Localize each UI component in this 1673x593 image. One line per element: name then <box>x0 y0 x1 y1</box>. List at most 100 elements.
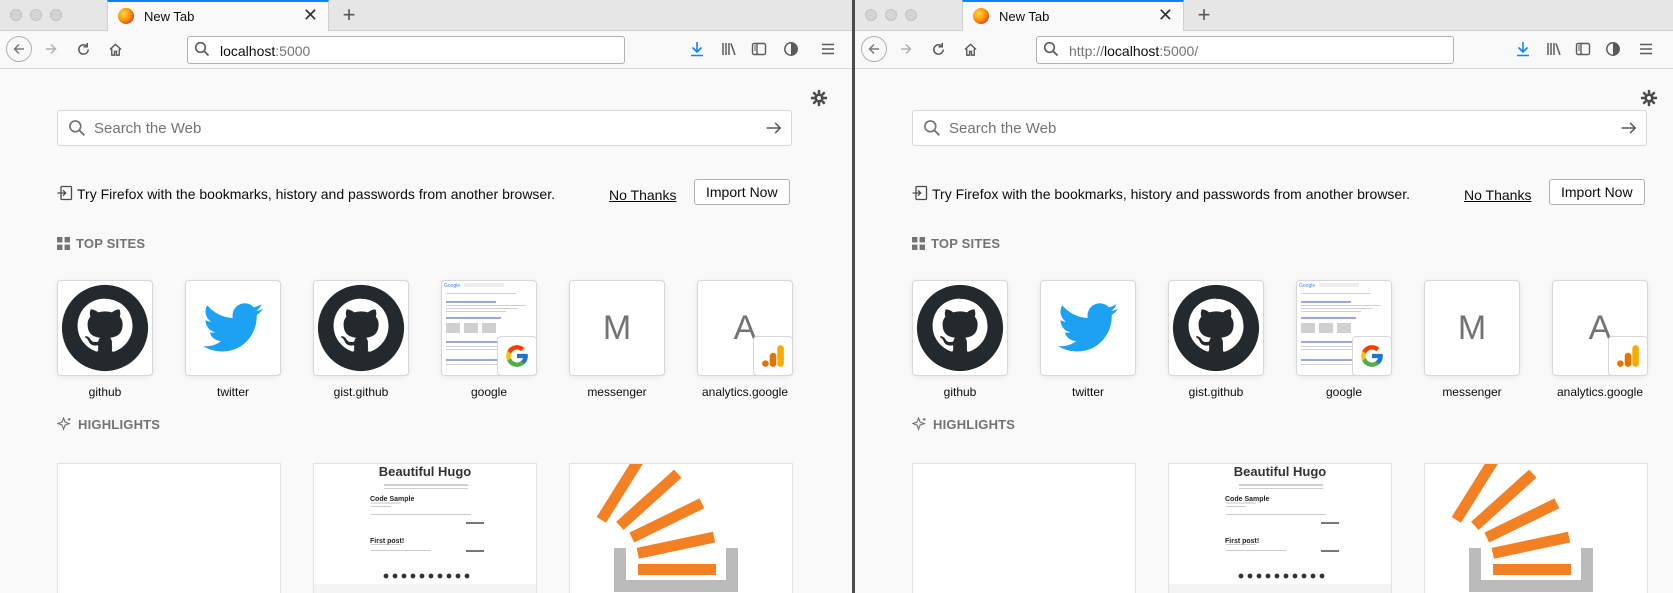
search-submit-arrow-icon[interactable] <box>1620 119 1638 137</box>
zoom-window-button[interactable] <box>50 9 62 21</box>
back-button[interactable] <box>861 36 887 62</box>
close-window-button[interactable] <box>865 9 877 21</box>
customize-button[interactable] <box>1640 89 1658 112</box>
no-thanks-link[interactable]: No Thanks <box>609 187 676 203</box>
top-site-tile[interactable] <box>185 280 281 376</box>
close-icon[interactable]: ✕ <box>303 5 318 26</box>
sidebar-button[interactable] <box>1570 36 1596 62</box>
svg-text:Google: Google <box>1299 283 1315 289</box>
url-rest: :5000 <box>275 43 311 59</box>
top-site-tile[interactable] <box>313 280 409 376</box>
highlight-card-stackoverflow[interactable] <box>1424 463 1648 593</box>
top-site-gist-github[interactable]: gist.github <box>1168 280 1264 399</box>
highlights-heading-label: HIGHLIGHTS <box>78 417 161 432</box>
minimize-window-button[interactable] <box>885 9 897 21</box>
analytics-favicon-badge <box>1608 336 1647 375</box>
highlight-card-hugo[interactable]: Beautiful Hugo Code Sample First post! <box>1168 463 1392 593</box>
sidebar-button[interactable] <box>746 36 772 62</box>
firefox-account-button[interactable] <box>1600 36 1626 62</box>
import-now-button[interactable]: Import Now <box>1549 179 1645 205</box>
search-submit-arrow-icon[interactable] <box>765 119 783 137</box>
url-text: http://localhost:5000/ <box>1069 43 1198 59</box>
zoom-window-button[interactable] <box>905 9 917 21</box>
forward-arrow-icon <box>901 43 912 55</box>
home-button[interactable] <box>957 36 983 62</box>
top-site-analytics-google[interactable]: Aanalytics.google <box>1552 280 1648 399</box>
web-search-box[interactable]: Search the Web <box>912 110 1647 146</box>
top-site-tile[interactable]: M <box>1424 280 1520 376</box>
top-site-label: google <box>1325 385 1363 399</box>
hamburger-menu-icon <box>1640 43 1652 55</box>
reload-button[interactable] <box>925 36 951 62</box>
top-site-letter: M <box>602 308 632 347</box>
downloads-button[interactable] <box>1510 36 1536 62</box>
browser-window-right: New Tab ✕ + http://localhost:5000/ Searc… <box>855 0 1673 593</box>
import-notice-text: Try Firefox with the bookmarks, history … <box>932 186 1410 202</box>
tab-new-tab[interactable]: New Tab ✕ <box>962 0 1184 31</box>
minimize-window-button[interactable] <box>30 9 42 21</box>
account-icon <box>784 42 798 56</box>
top-site-label: analytics.google <box>1556 385 1644 399</box>
import-now-button[interactable]: Import Now <box>694 179 790 205</box>
customize-button[interactable] <box>810 89 828 112</box>
google-favicon-badge <box>497 336 536 375</box>
firefox-account-button[interactable] <box>778 36 804 62</box>
highlights-sparkle-icon <box>912 417 926 431</box>
menu-button[interactable] <box>1633 36 1659 62</box>
search-icon <box>69 120 85 136</box>
highlight-card-stackoverflow[interactable] <box>569 463 793 593</box>
import-notice-text: Try Firefox with the bookmarks, history … <box>77 186 555 202</box>
top-site-github[interactable]: github <box>57 280 153 399</box>
top-site-label: twitter <box>1071 385 1104 399</box>
top-site-gist-github[interactable]: gist.github <box>313 280 409 399</box>
tab-strip: New Tab ✕ + <box>0 0 852 31</box>
tab-new-tab[interactable]: New Tab ✕ <box>107 0 329 31</box>
search-placeholder: Search the Web <box>94 120 202 137</box>
top-site-tile[interactable]: Google <box>1296 280 1392 376</box>
menu-button[interactable] <box>815 36 841 62</box>
forward-arrow-icon <box>46 43 57 55</box>
top-site-tile[interactable] <box>912 280 1008 376</box>
close-icon[interactable]: ✕ <box>1158 5 1173 26</box>
search-icon <box>194 41 210 57</box>
forward-button[interactable] <box>893 36 919 62</box>
svg-text:Google: Google <box>444 283 460 289</box>
library-button[interactable] <box>1541 36 1567 62</box>
highlight-card-blank[interactable] <box>57 463 281 593</box>
navigation-toolbar: localhost:5000 <box>0 31 852 69</box>
close-window-button[interactable] <box>10 9 22 21</box>
top-site-tile[interactable]: M <box>569 280 665 376</box>
github-icon <box>916 284 1004 372</box>
top-site-google[interactable]: Google google <box>1296 280 1392 399</box>
top-site-tile[interactable] <box>57 280 153 376</box>
reload-button[interactable] <box>70 36 96 62</box>
downloads-button[interactable] <box>684 36 710 62</box>
top-site-messenger[interactable]: Mmessenger <box>569 280 665 399</box>
top-site-label: analytics.google <box>701 385 789 399</box>
back-button[interactable] <box>6 36 32 62</box>
new-tab-button[interactable]: + <box>1191 2 1217 28</box>
top-site-analytics-google[interactable]: Aanalytics.google <box>697 280 793 399</box>
highlight-card-blank[interactable] <box>912 463 1136 593</box>
top-site-twitter[interactable]: twitter <box>1040 280 1136 399</box>
library-button[interactable] <box>716 36 742 62</box>
no-thanks-link[interactable]: No Thanks <box>1464 187 1531 203</box>
top-site-google[interactable]: Google google <box>441 280 537 399</box>
top-site-tile[interactable]: A <box>1552 280 1648 376</box>
url-bar[interactable]: localhost:5000 <box>187 36 625 64</box>
forward-button[interactable] <box>38 36 64 62</box>
url-bar[interactable]: http://localhost:5000/ <box>1036 36 1454 64</box>
top-site-tile[interactable] <box>1040 280 1136 376</box>
web-search-box[interactable]: Search the Web <box>57 110 792 146</box>
top-site-messenger[interactable]: Mmessenger <box>1424 280 1520 399</box>
highlight-card-hugo[interactable]: Beautiful Hugo Code Sample First post! <box>313 463 537 593</box>
top-site-tile[interactable]: A <box>697 280 793 376</box>
top-site-label: gist.github <box>333 385 389 399</box>
top-site-twitter[interactable]: twitter <box>185 280 281 399</box>
new-tab-button[interactable]: + <box>336 2 362 28</box>
top-site-github[interactable]: github <box>912 280 1008 399</box>
browser-window-left: New Tab ✕ + localhost:5000 Search the We… <box>0 0 852 593</box>
top-site-tile[interactable]: Google <box>441 280 537 376</box>
home-button[interactable] <box>102 36 128 62</box>
top-site-tile[interactable] <box>1168 280 1264 376</box>
